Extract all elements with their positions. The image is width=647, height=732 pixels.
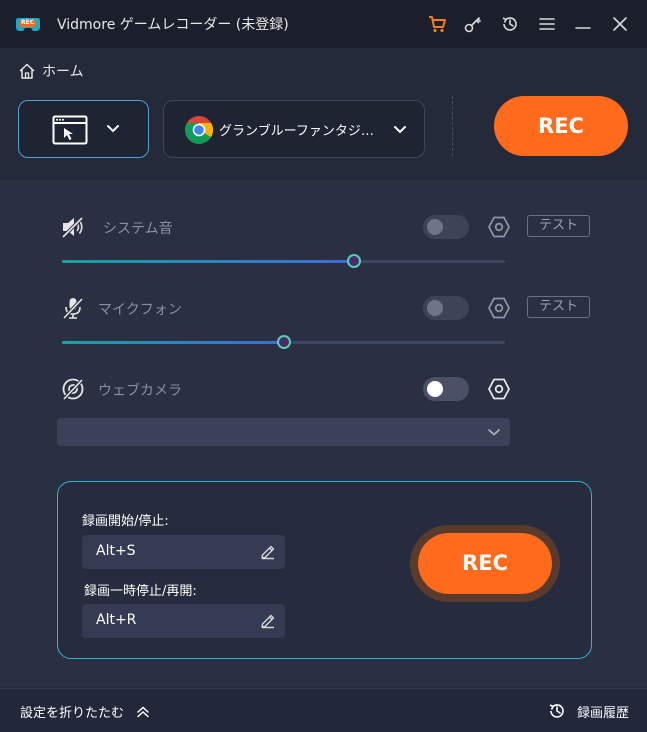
microphone-toggle[interactable] — [423, 296, 469, 320]
rec-button-top[interactable]: REC — [494, 96, 628, 156]
webcam-device-dropdown[interactable] — [57, 418, 510, 446]
window-select-dropdown[interactable]: グランブルーファンタジ… — [163, 100, 425, 158]
history-icon[interactable] — [500, 14, 520, 34]
webcam-settings-icon[interactable] — [486, 376, 512, 402]
edit-icon[interactable] — [259, 543, 277, 561]
rec-button-bottom[interactable]: REC — [418, 533, 552, 594]
webcam-toggle[interactable] — [423, 377, 469, 401]
key-icon[interactable] — [463, 14, 483, 34]
title-bar: REC Vidmore ゲームレコーダー (未登録) — [0, 0, 647, 48]
mic-muted-icon[interactable] — [60, 295, 86, 321]
capture-mode-button[interactable] — [18, 100, 149, 158]
chevron-down-icon — [488, 429, 500, 436]
start-stop-hotkey-value: Alt+S — [96, 543, 136, 559]
divider — [452, 96, 453, 156]
system-sound-toggle[interactable] — [423, 215, 469, 239]
system-sound-settings-icon[interactable] — [486, 214, 512, 240]
collapse-settings-label: 設定を折りたたむ — [20, 706, 125, 721]
start-stop-hotkey-label: 録画開始/停止: — [82, 514, 169, 529]
breadcrumb-home-label: ホーム — [42, 64, 84, 80]
chrome-icon — [185, 116, 213, 144]
system-sound-test-button[interactable]: テスト — [527, 215, 590, 237]
pause-resume-hotkey-label: 録画一時停止/再開: — [84, 584, 197, 599]
speaker-muted-icon[interactable] — [60, 214, 86, 240]
mic-volume-thumb[interactable] — [276, 335, 291, 349]
app-logo-text: REC — [21, 19, 35, 26]
system-volume-slider[interactable] — [62, 254, 505, 268]
mic-volume-fill — [62, 341, 284, 344]
cart-icon[interactable] — [427, 14, 447, 34]
close-icon[interactable] — [610, 14, 630, 34]
system-sound-label: システム音 — [103, 221, 173, 237]
footer-bar: 設定を折りたたむ 録画履歴 — [0, 688, 647, 732]
recording-history-label: 録画履歴 — [576, 705, 629, 721]
microphone-settings-icon[interactable] — [486, 295, 512, 321]
app-logo-icon: REC — [14, 12, 42, 36]
edit-icon[interactable] — [259, 612, 277, 630]
recording-history-button[interactable]: 録画履歴 — [547, 701, 629, 721]
chevron-down-icon — [394, 126, 406, 134]
collapse-settings-button[interactable]: 設定を折りたたむ — [20, 702, 150, 721]
double-chevron-up-icon — [137, 705, 149, 717]
microphone-label: マイクフォン — [98, 302, 182, 318]
breadcrumb[interactable]: ホーム — [18, 61, 84, 81]
menu-icon[interactable] — [537, 14, 557, 34]
webcam-label: ウェブカメラ — [98, 383, 182, 399]
chevron-down-icon — [107, 125, 119, 133]
home-icon — [19, 63, 35, 79]
webcam-off-icon[interactable] — [60, 376, 86, 402]
window-cursor-icon — [52, 115, 88, 145]
window-title: Vidmore ゲームレコーダー (未登録) — [57, 17, 289, 33]
selected-window-label: グランブルーファンタジ… — [219, 124, 374, 139]
start-stop-hotkey-field[interactable]: Alt+S — [82, 535, 285, 569]
minimize-icon[interactable] — [573, 14, 593, 34]
pause-resume-hotkey-value: Alt+R — [96, 612, 137, 628]
rec-button-bottom-ring: REC — [410, 525, 560, 602]
microphone-test-button[interactable]: テスト — [527, 296, 590, 318]
pause-resume-hotkey-field[interactable]: Alt+R — [82, 604, 285, 638]
history-icon — [549, 704, 564, 718]
system-volume-fill — [62, 260, 355, 263]
mic-volume-slider[interactable] — [62, 335, 505, 349]
